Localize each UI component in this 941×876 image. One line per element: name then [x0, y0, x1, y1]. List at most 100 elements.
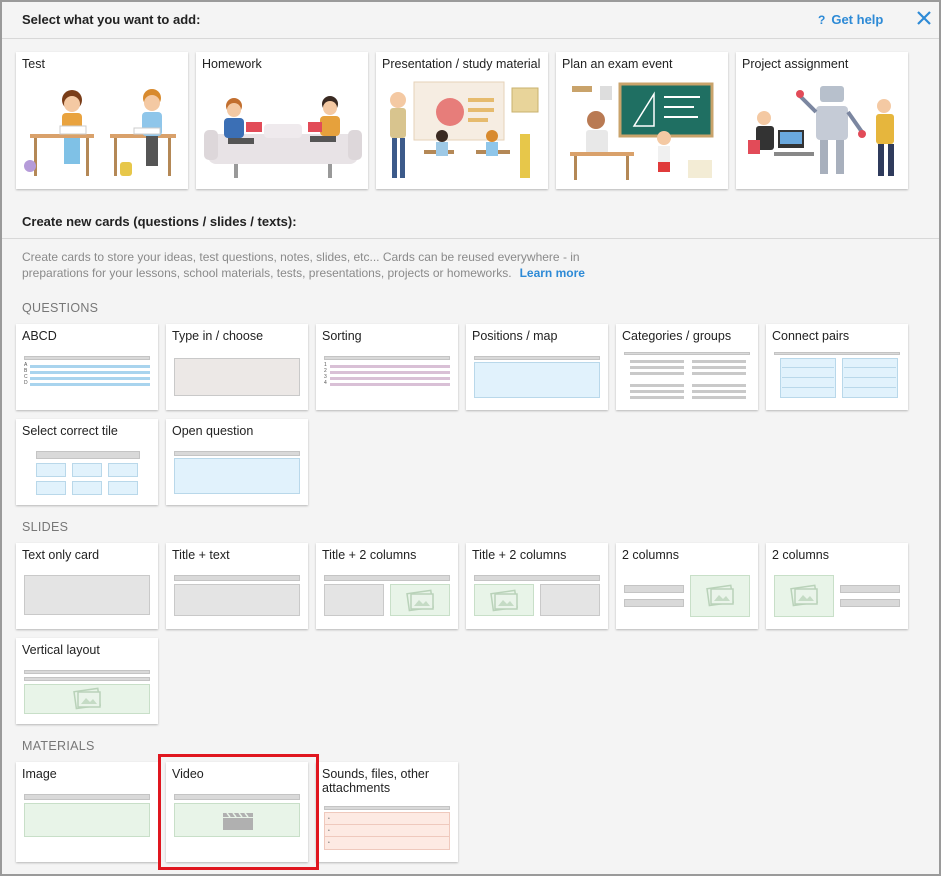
title-2col-b-image-box [474, 584, 534, 616]
card-sounds-files-label: Sounds, files, other attachments [322, 767, 430, 795]
text-only-thumbnail [24, 575, 150, 615]
create-divider [2, 238, 939, 239]
card-title-2-columns-b[interactable]: Title + 2 columns [466, 543, 608, 629]
project-illustration-icon [748, 86, 894, 176]
card-test[interactable]: Test [16, 52, 188, 189]
test-illustration-icon [24, 89, 176, 176]
card-sorting-label: Sorting [322, 329, 362, 343]
card-video-label: Video [172, 767, 204, 781]
vertical-image-box [24, 684, 150, 714]
image-thumbnail [24, 803, 150, 837]
card-2-columns-a-label: 2 columns [622, 548, 679, 562]
image-placeholder-icon [790, 584, 818, 607]
card-video[interactable]: Video [166, 762, 308, 862]
sorting-thumbnail: 1 2 3 4 [324, 356, 450, 394]
card-categories-groups[interactable]: Categories / groups [616, 324, 758, 410]
card-image-label: Image [22, 767, 57, 781]
presentation-illustration-icon [390, 81, 539, 178]
card-type-in-choose-label: Type in / choose [172, 329, 264, 343]
type-in-thumbnail [174, 358, 300, 396]
attachment-bullet: • [328, 840, 330, 846]
card-project-assignment[interactable]: Project assignment [736, 52, 908, 189]
dialog-title: Select what you want to add: [22, 12, 201, 27]
positions-title-bar [474, 356, 600, 360]
card-test-label: Test [22, 57, 45, 71]
card-sounds-files[interactable]: Sounds, files, other attachments • • • [316, 762, 458, 862]
title-2col-a-image-box [390, 584, 450, 616]
title-2col-a-title-bar [324, 575, 450, 581]
card-abcd[interactable]: ABCD A B C D [16, 324, 158, 410]
card-positions-map[interactable]: Positions / map [466, 324, 608, 410]
header-divider [2, 38, 939, 39]
2col-b-text-bar [840, 585, 900, 593]
card-title-text[interactable]: Title + text [166, 543, 308, 629]
homework-illustration-icon [204, 96, 362, 178]
sounds-title-bar [324, 806, 450, 810]
card-2-columns-b[interactable]: 2 columns [766, 543, 908, 629]
card-type-in-choose[interactable]: Type in / choose [166, 324, 308, 410]
vertical-title-bar [24, 670, 150, 674]
card-presentation-label: Presentation / study material [382, 57, 541, 71]
card-text-only[interactable]: Text only card [16, 543, 158, 629]
card-vertical-layout[interactable]: Vertical layout [16, 638, 158, 724]
create-description-text: Create cards to store your ideas, test q… [22, 250, 580, 280]
2col-b-image-box [774, 575, 834, 617]
card-2-columns-a[interactable]: 2 columns [616, 543, 758, 629]
close-button[interactable] [914, 8, 934, 28]
card-select-correct-tile-label: Select correct tile [22, 424, 118, 438]
categories-thumbnail [624, 352, 750, 400]
create-section-title: Create new cards (questions / slides / t… [22, 214, 297, 229]
title-2col-b-title-bar [474, 575, 600, 581]
exam-illustration-icon [570, 82, 714, 180]
image-placeholder-icon [706, 584, 734, 607]
card-homework-label: Homework [202, 57, 262, 71]
2col-a-text-bar [624, 585, 684, 593]
questions-heading: QUESTIONS [22, 301, 99, 315]
slides-heading: SLIDES [22, 520, 69, 534]
get-help-label: Get help [831, 12, 884, 27]
image-placeholder-icon [490, 589, 518, 612]
create-description: Create cards to store your ideas, test q… [22, 249, 622, 281]
open-question-title-bar [174, 451, 300, 456]
attachment-bullet: • [328, 816, 330, 822]
card-open-question[interactable]: Open question [166, 419, 308, 505]
image-placeholder-icon [73, 687, 101, 710]
learn-more-link[interactable]: Learn more [520, 266, 585, 280]
2col-a-text-bar [624, 599, 684, 607]
card-select-correct-tile[interactable]: Select correct tile [16, 419, 158, 505]
card-categories-groups-label: Categories / groups [622, 329, 732, 343]
title-text-thumbnail [174, 584, 300, 616]
sounds-thumbnail: • • • [324, 812, 450, 850]
card-title-2-columns-b-label: Title + 2 columns [472, 548, 567, 562]
2col-a-image-box [690, 575, 750, 617]
card-exam-event[interactable]: Plan an exam event [556, 52, 728, 189]
card-homework[interactable]: Homework [196, 52, 368, 189]
video-thumbnail [174, 803, 300, 837]
title-2col-b-text-box [540, 584, 600, 616]
abcd-letter: D [24, 380, 28, 386]
connect-pairs-thumbnail [774, 352, 900, 400]
title-2col-a-text-box [324, 584, 384, 616]
card-title-2-columns-a-label: Title + 2 columns [322, 548, 417, 562]
image-placeholder-icon [406, 589, 434, 612]
card-title-2-columns-a[interactable]: Title + 2 columns [316, 543, 458, 629]
attachment-bullet: • [328, 828, 330, 834]
card-image[interactable]: Image [16, 762, 158, 862]
card-sorting[interactable]: Sorting 1 2 3 4 [316, 324, 458, 410]
video-title-bar [174, 794, 300, 800]
add-dialog: Select what you want to add: ? Get help T… [0, 0, 941, 876]
card-positions-map-label: Positions / map [472, 329, 558, 343]
sorting-number: 4 [324, 380, 327, 386]
image-title-bar [24, 794, 150, 800]
card-connect-pairs[interactable]: Connect pairs [766, 324, 908, 410]
film-clapper-icon [223, 812, 253, 830]
materials-heading: MATERIALS [22, 739, 95, 753]
select-tile-thumbnail [36, 451, 140, 497]
card-abcd-label: ABCD [22, 329, 57, 343]
card-open-question-label: Open question [172, 424, 254, 438]
card-connect-pairs-label: Connect pairs [772, 329, 850, 343]
card-presentation[interactable]: Presentation / study material [376, 52, 548, 189]
get-help-link[interactable]: ? Get help [818, 12, 883, 27]
open-question-thumbnail [174, 458, 300, 494]
card-exam-event-label: Plan an exam event [562, 57, 673, 71]
